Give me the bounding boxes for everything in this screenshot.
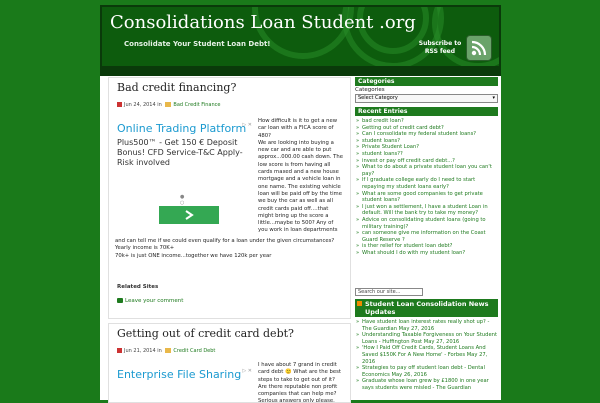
post: Getting out of credit card debt? Jun 21,… xyxy=(108,323,351,403)
folder-icon xyxy=(165,102,172,107)
recent-entry-link[interactable]: Private Student Loan? xyxy=(355,144,498,151)
rss-icon[interactable] xyxy=(466,35,492,61)
rss-subscribe-link[interactable]: Subscribe to RSS feed xyxy=(412,40,468,56)
post-meta: Jun 21, 2014 in Credit Card Debt xyxy=(117,348,215,354)
recent-entry-link[interactable]: student loans? xyxy=(355,138,498,145)
category-select[interactable]: Select Category ▾ xyxy=(355,94,498,103)
news-item-link[interactable]: 'How I Paid Off Credit Cards, Student Lo… xyxy=(355,345,498,365)
category-select-value: Select Category xyxy=(358,95,398,101)
ad-pager-dots: ● ○ xyxy=(180,194,185,206)
post-in-label: in xyxy=(157,102,162,108)
folder-icon xyxy=(165,348,172,353)
news-widget-title: Student Loan Consolidation News Updates xyxy=(355,299,498,317)
categories-widget-title: Categories xyxy=(355,77,498,86)
related-sites-heading: Related Sites xyxy=(117,284,159,290)
calendar-icon xyxy=(117,348,122,353)
ad-text: Plus500™ - Get 150 € Deposit Bonus! CFD … xyxy=(117,138,243,167)
recent-entry-link[interactable]: Advice on consolidating student loans (g… xyxy=(355,217,498,230)
ad-title[interactable]: Enterprise File Sharing xyxy=(117,368,252,382)
recent-entry-link[interactable]: Can I consolidate my federal student loa… xyxy=(355,131,498,138)
site-header: Consolidations Loan Student .org Consoli… xyxy=(100,5,501,68)
chevron-down-icon: ▾ xyxy=(492,95,495,101)
recent-entry-link[interactable]: If I graduate college early do I need to… xyxy=(355,177,498,190)
ad-choices-icon[interactable]: ▷ ✕ xyxy=(242,368,252,374)
recent-entries-title: Recent Entries xyxy=(355,107,498,116)
recent-entry-link[interactable]: invest or pay off credit card debt...? xyxy=(355,158,498,165)
ad-title[interactable]: Online Trading Platform xyxy=(117,122,252,136)
nav-bar xyxy=(100,68,501,76)
news-item-link[interactable]: Have student loan interest rates really … xyxy=(355,319,498,332)
recent-entry-link[interactable]: can someone give me information on the C… xyxy=(355,230,498,243)
post: Bad credit financing? Jun 24, 2014 in Ba… xyxy=(108,77,351,319)
comment-icon xyxy=(117,298,123,303)
leave-comment-link[interactable]: Leave your comment xyxy=(117,298,183,304)
page-container: Consolidations Loan Student .org Consoli… xyxy=(100,5,501,403)
recent-entry-link[interactable]: What are some good companies to get priv… xyxy=(355,191,498,204)
news-item-link[interactable]: Graduate whose loan grew by £1800 in one… xyxy=(355,378,498,391)
recent-entry-link[interactable]: is ther relief for student loan debt? xyxy=(355,243,498,250)
ad-button[interactable] xyxy=(159,206,219,224)
advertisement[interactable]: ▷ ✕ Enterprise File Sharing xyxy=(117,368,252,402)
ad-choices-icon[interactable]: ▷ ✕ xyxy=(242,122,252,128)
search-input[interactable]: Search our site... xyxy=(355,288,423,296)
main-content: Bad credit financing? Jun 24, 2014 in Ba… xyxy=(108,77,351,403)
post-in-label: in xyxy=(157,348,162,354)
recent-entry-link[interactable]: Getting out of credit card debt? xyxy=(355,125,498,132)
recent-entry-link[interactable]: student loans?? xyxy=(355,151,498,158)
site-title[interactable]: Consolidations Loan Student .org xyxy=(110,13,416,33)
post-meta: Jun 24, 2014 in Bad Credit Finance xyxy=(117,102,220,108)
post-category-link[interactable]: Bad Credit Finance xyxy=(173,102,220,108)
post-excerpt-right: How difficult is it to get a new car loa… xyxy=(258,118,343,234)
recent-entry-link[interactable]: What should I do with my student loan? xyxy=(355,250,498,257)
post-excerpt-right: I have about 7 grand in credit card debt… xyxy=(258,362,341,403)
news-list: Have student loan interest rates really … xyxy=(355,319,498,392)
post-category-link[interactable]: Credit Card Debt xyxy=(173,348,215,354)
post-title[interactable]: Bad credit financing? xyxy=(117,81,236,94)
recent-entry-link[interactable]: I just won a settlement, I have a studen… xyxy=(355,204,498,217)
post-excerpt-full: and can tell me if we could even qualify… xyxy=(115,238,335,259)
advertisement[interactable]: ▷ ✕ Online Trading Platform Plus500™ - G… xyxy=(117,122,252,232)
news-item-link[interactable]: Strategies to pay off student loan debt … xyxy=(355,365,498,378)
leave-comment-label[interactable]: Leave your comment xyxy=(125,298,183,304)
recent-entry-link[interactable]: bad credit loan? xyxy=(355,118,498,125)
news-item-link[interactable]: Understanding Taxable Forgiveness on You… xyxy=(355,332,498,345)
calendar-icon xyxy=(117,102,122,107)
news-widget-title-text: Student Loan Consolidation News Updates xyxy=(365,300,489,316)
sidebar: Categories Categories Select Category ▾ … xyxy=(355,77,498,400)
site-tagline: Consolidate Your Student Loan Debt! xyxy=(124,40,271,48)
post-title[interactable]: Getting out of credit card debt? xyxy=(117,327,294,340)
recent-entry-link[interactable]: What to do about a private student loan … xyxy=(355,164,498,177)
rss-icon xyxy=(357,301,362,306)
recent-entries-list: bad credit loan? Getting out of credit c… xyxy=(355,118,498,256)
post-date: Jun 21, 2014 xyxy=(124,348,156,354)
post-date: Jun 24, 2014 xyxy=(124,102,156,108)
categories-label: Categories xyxy=(355,87,385,93)
